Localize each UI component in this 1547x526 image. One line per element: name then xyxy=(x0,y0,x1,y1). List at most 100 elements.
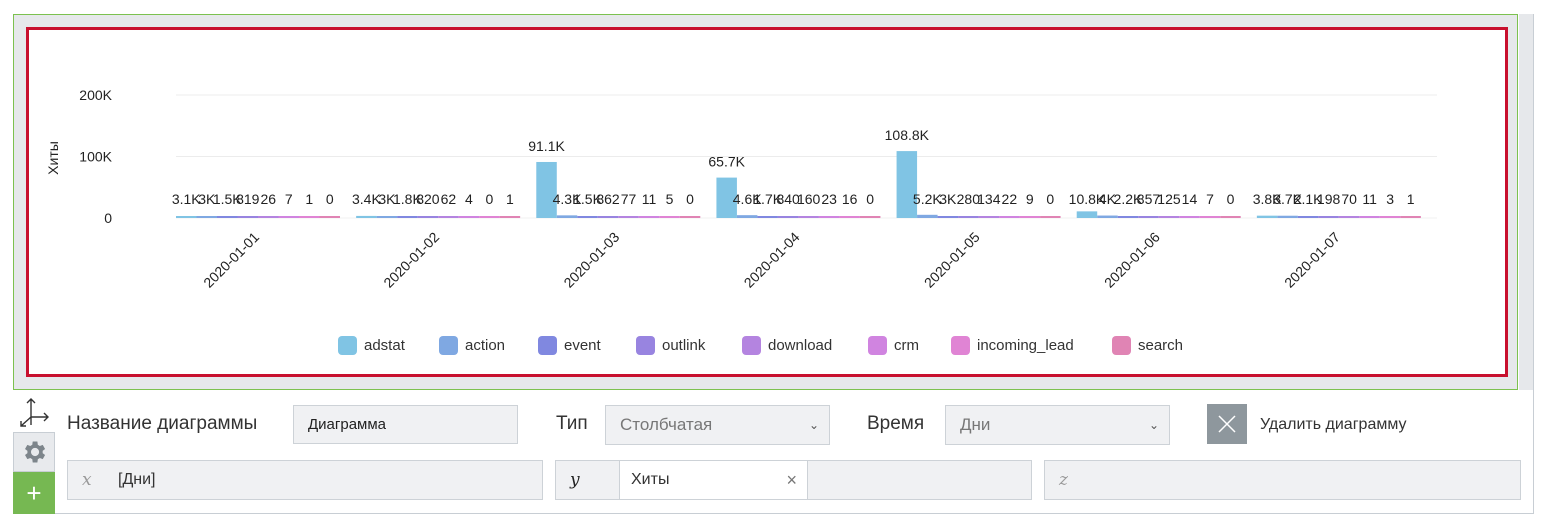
bar xyxy=(299,216,320,218)
type-value: Столбчатая xyxy=(620,415,713,434)
y-axis-label: Хиты xyxy=(45,141,61,175)
data-label: 160 xyxy=(797,191,821,207)
bar xyxy=(319,216,340,218)
legend-label: adstat xyxy=(364,337,406,354)
data-label: 14 xyxy=(1182,191,1198,207)
x-tick-label: 2020-01-02 xyxy=(380,229,442,291)
bar xyxy=(1199,216,1221,218)
data-label: 1 xyxy=(305,191,313,207)
legend-label: download xyxy=(768,337,832,354)
legend-label: search xyxy=(1138,337,1183,354)
x-axis-value: [Дни] xyxy=(118,471,156,488)
legend-swatch xyxy=(538,336,557,355)
chart-name-label: Название диаграммы xyxy=(67,413,258,434)
bar xyxy=(597,216,619,218)
data-label: 198 xyxy=(1317,191,1341,207)
bar xyxy=(1297,216,1319,218)
bar xyxy=(1097,215,1118,218)
bar xyxy=(999,216,1020,218)
bar xyxy=(176,216,197,218)
bar-chart: 0100K200K Хиты 3.1K3K1.5K819 26 7 1 0 3.4K3K1… xyxy=(45,87,1437,355)
bar xyxy=(1338,216,1360,218)
legend-swatch xyxy=(868,336,887,355)
legend-swatch xyxy=(338,336,357,355)
data-label: 5.2K xyxy=(913,191,942,207)
data-label: 0 xyxy=(485,191,493,207)
data-label: 4 xyxy=(465,191,473,207)
legend-label: crm xyxy=(894,337,919,354)
z-axis-field[interactable]: z xyxy=(1044,460,1521,500)
bar xyxy=(356,215,377,218)
settings-button[interactable] xyxy=(13,432,55,472)
data-label: 108.8K xyxy=(885,127,930,143)
data-label: 125 xyxy=(1157,191,1181,207)
y-axis-field[interactable]: y Хиты × xyxy=(555,460,1032,500)
data-label: 862 xyxy=(596,191,620,207)
bar xyxy=(618,216,639,218)
chart-name-input[interactable]: Диаграмма xyxy=(293,405,518,444)
legend-swatch xyxy=(742,336,761,355)
bar xyxy=(577,216,598,218)
data-label: 23 xyxy=(821,191,837,207)
x-axis-field[interactable]: x [Дни] xyxy=(67,460,543,500)
delete-chart-label[interactable]: Удалить диаграмму xyxy=(1260,416,1407,434)
x-tick-label: 2020-01-05 xyxy=(921,229,983,291)
bar xyxy=(397,216,418,218)
time-label: Время xyxy=(867,413,925,434)
data-label: 26 xyxy=(260,191,276,207)
chevron-down-icon: ⌄ xyxy=(808,418,819,432)
data-label: 9 xyxy=(1026,191,1034,207)
y-axis-tag: Хиты × xyxy=(619,461,808,499)
x-tick-label: 2020-01-01 xyxy=(200,229,262,291)
bar xyxy=(917,214,938,218)
bar xyxy=(1158,216,1180,218)
data-label: 3.1K xyxy=(172,191,201,207)
data-label: 1 xyxy=(506,191,514,207)
data-label: 91.1K xyxy=(528,138,565,154)
bar xyxy=(1117,216,1139,218)
data-label: 5 xyxy=(666,191,674,207)
bar xyxy=(1277,215,1298,218)
data-label: 0 xyxy=(686,191,694,207)
y-tick-label: 100K xyxy=(79,149,112,165)
bar xyxy=(937,216,959,218)
legend-swatch xyxy=(439,336,458,355)
data-label: 3K xyxy=(939,191,957,207)
legend-label: incoming_lead xyxy=(977,337,1074,354)
legend-swatch xyxy=(951,336,970,355)
data-label: 0 xyxy=(326,191,334,207)
data-label: 11 xyxy=(642,191,657,207)
data-label: 0 xyxy=(866,191,874,207)
bar xyxy=(818,216,840,218)
bar xyxy=(376,216,398,218)
data-label: 0 xyxy=(1046,191,1054,207)
chart-name-value: Диаграмма xyxy=(308,416,387,433)
bar xyxy=(1138,216,1159,218)
data-label: 77 xyxy=(621,191,637,207)
legend-label: action xyxy=(465,337,505,354)
bar xyxy=(536,161,557,218)
legend-label: outlink xyxy=(662,337,706,354)
close-icon xyxy=(1218,415,1236,433)
legend-swatch xyxy=(636,336,655,355)
bar xyxy=(499,216,521,218)
bar xyxy=(736,215,758,218)
data-label: 65.7K xyxy=(708,154,745,170)
type-label: Тип xyxy=(556,413,588,434)
clear-icon[interactable]: × xyxy=(786,470,797,491)
x-tick-label: 2020-01-07 xyxy=(1281,229,1343,291)
axes-button[interactable] xyxy=(13,392,55,432)
y-axis-value: Хиты xyxy=(631,471,670,488)
bar xyxy=(839,216,860,218)
x-letter: x xyxy=(82,470,92,490)
add-chart-button[interactable]: + xyxy=(13,472,55,514)
data-label: 3.4K xyxy=(352,191,381,207)
data-label: 134 xyxy=(977,191,1001,207)
data-label: 16 xyxy=(842,191,858,207)
data-label: 820 xyxy=(416,191,440,207)
data-label: 62 xyxy=(441,191,457,207)
type-select[interactable]: Столбчатая ⌄ xyxy=(605,405,830,445)
time-select[interactable]: Дни ⌄ xyxy=(945,405,1170,445)
delete-chart-button[interactable] xyxy=(1207,404,1247,444)
bar xyxy=(237,216,258,218)
